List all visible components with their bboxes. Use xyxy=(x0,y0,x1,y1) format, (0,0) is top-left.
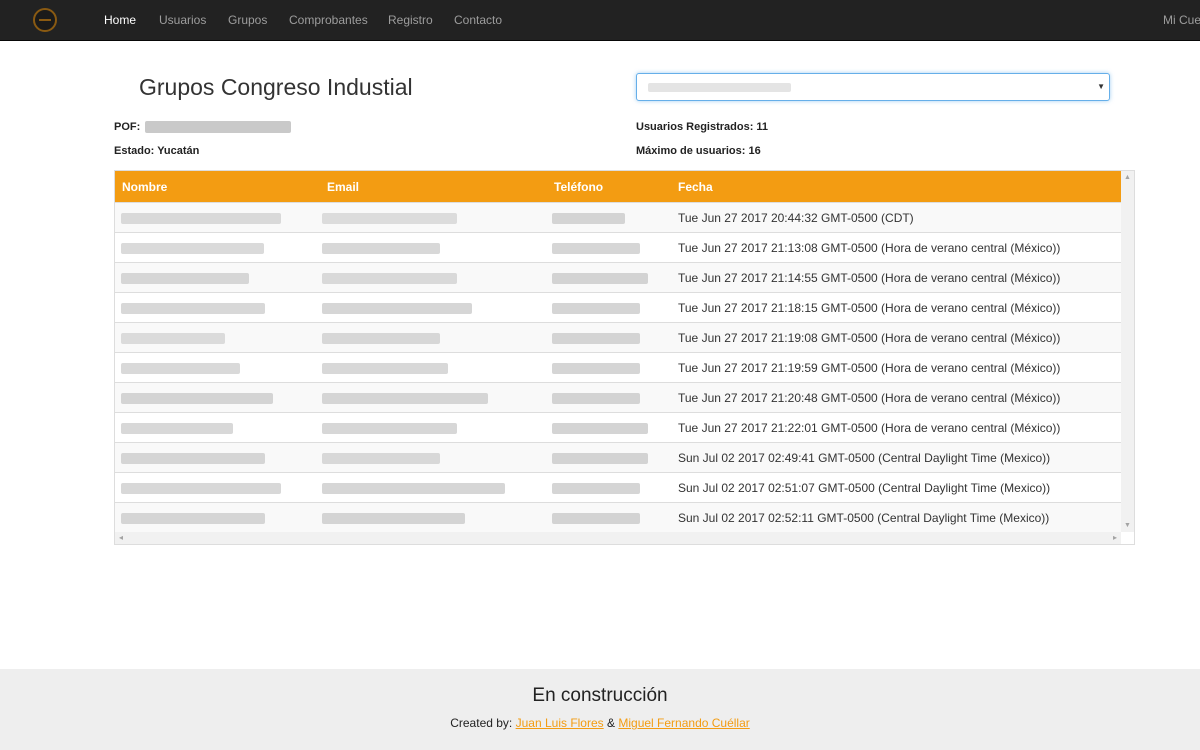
author-separator: & xyxy=(607,716,616,730)
page-title: Grupos Congreso Industial xyxy=(139,74,413,100)
header-nombre[interactable]: Nombre xyxy=(122,180,167,194)
email-redacted xyxy=(322,273,457,284)
created-by-label: Created by: xyxy=(450,716,513,730)
telefono-redacted xyxy=(552,303,640,314)
header-email[interactable]: Email xyxy=(327,180,359,194)
pof-label: POF: xyxy=(114,121,141,133)
table-row[interactable]: Sun Jul 02 2017 02:49:41 GMT-0500 (Centr… xyxy=(115,442,1121,472)
nav-usuarios[interactable]: Usuarios xyxy=(159,13,206,27)
maximo-usuarios: Máximo de usuarios: 16 xyxy=(636,145,761,157)
telefono-redacted xyxy=(552,363,640,374)
email-redacted xyxy=(322,363,448,374)
fecha-cell: Sun Jul 02 2017 02:52:11 GMT-0500 (Centr… xyxy=(678,511,1050,525)
footer-title: En construcción xyxy=(532,685,668,706)
nav-comprobantes[interactable]: Comprobantes xyxy=(289,13,368,27)
nombre-redacted xyxy=(121,363,240,374)
table-row[interactable]: Tue Jun 27 2017 21:14:55 GMT-0500 (Hora … xyxy=(115,262,1121,292)
header-fecha[interactable]: Fecha xyxy=(678,180,713,194)
fecha-cell: Sun Jul 02 2017 02:49:41 GMT-0500 (Centr… xyxy=(678,451,1051,465)
nombre-redacted xyxy=(121,513,265,524)
email-redacted xyxy=(322,333,440,344)
groups-table: Nombre Email Teléfono Fecha Tue Jun 27 2… xyxy=(114,170,1135,545)
table-row[interactable]: Tue Jun 27 2017 21:13:08 GMT-0500 (Hora … xyxy=(115,232,1121,262)
telefono-redacted xyxy=(552,243,640,254)
group-select[interactable]: ▼ xyxy=(636,73,1110,101)
table-header: Nombre Email Teléfono Fecha xyxy=(115,171,1121,202)
telefono-redacted xyxy=(552,333,640,344)
nombre-redacted xyxy=(121,243,264,254)
author-link-miguel[interactable]: Miguel Fernando Cuéllar xyxy=(618,716,749,730)
telefono-redacted xyxy=(552,393,640,404)
nombre-redacted xyxy=(121,213,281,224)
fecha-cell: Tue Jun 27 2017 20:44:32 GMT-0500 (CDT) xyxy=(678,211,914,225)
pof-value-redacted xyxy=(145,121,292,134)
footer: En construcción Created by: Juan Luis Fl… xyxy=(0,669,1200,750)
chevron-down-icon: ▼ xyxy=(1097,82,1105,91)
table-row[interactable]: Tue Jun 27 2017 21:19:59 GMT-0500 (Hora … xyxy=(115,352,1121,382)
telefono-redacted xyxy=(552,513,640,524)
email-redacted xyxy=(322,243,440,254)
nombre-redacted xyxy=(121,453,265,464)
nav-home[interactable]: Home xyxy=(104,13,136,27)
scroll-left-icon[interactable]: ◂ xyxy=(119,533,123,542)
fecha-cell: Tue Jun 27 2017 21:19:59 GMT-0500 (Hora … xyxy=(678,361,1061,375)
footer-credit: Created by: Juan Luis Flores & Miguel Fe… xyxy=(0,716,1200,730)
pof-info: POF: xyxy=(114,121,292,134)
table-row[interactable]: Sun Jul 02 2017 02:51:07 GMT-0500 (Centr… xyxy=(115,472,1121,502)
nombre-redacted xyxy=(121,393,273,404)
nombre-redacted xyxy=(121,273,249,284)
telefono-redacted xyxy=(552,213,625,224)
fecha-cell: Tue Jun 27 2017 21:22:01 GMT-0500 (Hora … xyxy=(678,421,1061,435)
table-row[interactable]: Tue Jun 27 2017 20:44:32 GMT-0500 (CDT) xyxy=(115,202,1121,232)
table-row[interactable]: Tue Jun 27 2017 21:20:48 GMT-0500 (Hora … xyxy=(115,382,1121,412)
telefono-redacted xyxy=(552,483,640,494)
nav-contacto[interactable]: Contacto xyxy=(454,13,502,27)
fecha-cell: Tue Jun 27 2017 21:20:48 GMT-0500 (Hora … xyxy=(678,391,1061,405)
email-redacted xyxy=(322,423,457,434)
fecha-cell: Tue Jun 27 2017 21:19:08 GMT-0500 (Hora … xyxy=(678,331,1061,345)
scroll-down-icon[interactable]: ▼ xyxy=(1124,522,1131,529)
table-row[interactable]: Tue Jun 27 2017 21:18:15 GMT-0500 (Hora … xyxy=(115,292,1121,322)
telefono-redacted xyxy=(552,273,648,284)
navbar: Home Usuarios Grupos Comprobantes Regist… xyxy=(0,0,1200,41)
email-redacted xyxy=(322,453,440,464)
nombre-redacted xyxy=(121,303,265,314)
email-redacted xyxy=(322,483,505,494)
horizontal-scrollbar[interactable]: ◂ ▸ xyxy=(115,532,1121,544)
email-redacted xyxy=(322,513,465,524)
email-redacted xyxy=(322,213,457,224)
nav-registro[interactable]: Registro xyxy=(388,13,433,27)
nombre-redacted xyxy=(121,423,233,434)
select-value-redacted xyxy=(648,83,791,92)
fecha-cell: Sun Jul 02 2017 02:51:07 GMT-0500 (Centr… xyxy=(678,481,1051,495)
fecha-cell: Tue Jun 27 2017 21:14:55 GMT-0500 (Hora … xyxy=(678,271,1061,285)
email-redacted xyxy=(322,303,472,314)
estado-info: Estado: Yucatán xyxy=(114,145,200,157)
author-link-juan[interactable]: Juan Luis Flores xyxy=(516,716,604,730)
nav-account-menu[interactable]: Mi Cuenta xyxy=(1163,13,1200,27)
table-row[interactable]: Sun Jul 02 2017 02:52:11 GMT-0500 (Centr… xyxy=(115,502,1121,532)
fecha-cell: Tue Jun 27 2017 21:13:08 GMT-0500 (Hora … xyxy=(678,241,1061,255)
scroll-up-icon[interactable]: ▲ xyxy=(1124,174,1131,181)
header-telefono[interactable]: Teléfono xyxy=(554,180,603,194)
telefono-redacted xyxy=(552,453,648,464)
email-redacted xyxy=(322,393,488,404)
nombre-redacted xyxy=(121,333,225,344)
nombre-redacted xyxy=(121,483,281,494)
vertical-scrollbar[interactable]: ▲ ▼ xyxy=(1121,171,1134,532)
usuarios-registrados: Usuarios Registrados: 11 xyxy=(636,121,769,133)
table-row[interactable]: Tue Jun 27 2017 21:22:01 GMT-0500 (Hora … xyxy=(115,412,1121,442)
logo-icon[interactable] xyxy=(33,8,57,32)
nav-grupos[interactable]: Grupos xyxy=(228,13,267,27)
telefono-redacted xyxy=(552,423,648,434)
table-row[interactable]: Tue Jun 27 2017 21:19:08 GMT-0500 (Hora … xyxy=(115,322,1121,352)
fecha-cell: Tue Jun 27 2017 21:18:15 GMT-0500 (Hora … xyxy=(678,301,1061,315)
scroll-right-icon[interactable]: ▸ xyxy=(1113,533,1117,542)
